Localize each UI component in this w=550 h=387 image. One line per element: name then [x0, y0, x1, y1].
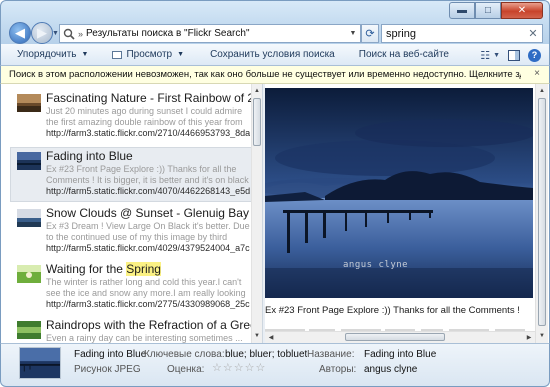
result-title: Fascinating Nature - First Rainbow of 20…: [46, 91, 262, 105]
search-highlight: Spring: [126, 262, 161, 276]
window-titlebar: ▬ □ ✕ ◀ ▶ ▼ » Результаты поиска в "Flick…: [0, 0, 550, 44]
recent-pages-dropdown-icon[interactable]: ▼: [52, 30, 59, 37]
details-thumbnail: [19, 347, 61, 379]
clear-search-icon[interactable]: ✕: [524, 25, 542, 42]
details-file-name: Fading into Blue: [74, 349, 147, 360]
result-title: Snow Clouds @ Sunset - Glenuig Bay: [46, 206, 249, 220]
keywords-label: Ключевые слова:: [144, 349, 225, 360]
breadcrumb-location[interactable]: Результаты поиска в "Flickr Search": [86, 28, 346, 39]
save-search-label: Сохранить условия поиска: [210, 49, 335, 60]
address-dropdown-icon[interactable]: ▼: [346, 25, 360, 42]
result-description: The winter is rather long and cold this …: [46, 277, 246, 298]
image-watermark: angus clyne: [343, 260, 409, 270]
command-bar-tools: ☷ ▼ ?: [480, 44, 541, 66]
scroll-thumb[interactable]: [345, 333, 445, 341]
search-web-label: Поиск на веб-сайте: [358, 49, 449, 60]
scroll-up-icon[interactable]: ▲: [252, 85, 262, 97]
command-bar: Упорядочить ▼ Просмотр ▼ Сохранить условия…: [0, 44, 550, 66]
search-input[interactable]: spring: [382, 28, 524, 40]
list-item[interactable]: Fascinating Nature - First Rainbow of 20…: [11, 90, 262, 145]
results-scrollbar[interactable]: ▲ ▼: [251, 84, 262, 343]
result-thumbnail: [17, 94, 41, 112]
star-icon[interactable]: ☆: [234, 363, 244, 374]
scroll-thumb[interactable]: [253, 98, 261, 146]
refresh-icon[interactable]: ⟳: [361, 24, 379, 43]
result-url: http://farm5.static.flickr.com/4029/4379…: [46, 243, 250, 253]
view-label: Просмотр: [126, 49, 173, 60]
star-icon[interactable]: ☆: [212, 363, 222, 374]
info-bar[interactable]: Поиск в этом расположении невозможен, та…: [0, 66, 550, 84]
rating-label: Оценка:: [167, 364, 205, 375]
list-item-selected[interactable]: Fading into Blue Ex #23 Front Page Explo…: [10, 147, 252, 202]
preview-hscrollbar[interactable]: ◀ ▶: [265, 331, 535, 343]
result-description: Ex #3 Dream ! View Large On Black it's b…: [46, 221, 250, 242]
result-thumbnail: [17, 209, 41, 227]
star-icon[interactable]: ☆: [245, 363, 255, 374]
result-title: Waiting for the Spring: [46, 262, 161, 276]
scroll-right-icon[interactable]: ▶: [523, 332, 535, 343]
result-description: Just 20 minutes ago during sunset I coul…: [46, 106, 243, 127]
title-label: Название:: [307, 349, 355, 360]
save-search-button[interactable]: Сохранить условия поиска: [202, 44, 343, 66]
chevron-down-icon: ▼: [81, 51, 89, 58]
result-description: Ex #23 Front Page Explore :)) Thanks for…: [46, 164, 249, 185]
address-bar[interactable]: » Результаты поиска в "Flickr Search" ▼: [59, 24, 361, 43]
details-pane: Fading into Blue Рисунок JPEG Ключевые с…: [0, 343, 550, 387]
views-icon[interactable]: ☷ ▼: [480, 49, 500, 62]
scroll-down-icon[interactable]: ▼: [536, 330, 548, 342]
keywords-value[interactable]: blue; bluer; tobluetobet...: [225, 349, 307, 360]
scroll-down-icon[interactable]: ▼: [252, 330, 262, 342]
result-title-text: Waiting for the: [46, 262, 127, 276]
result-url: http://farm3.static.flickr.com/2710/4466…: [46, 128, 250, 138]
result-url: http://farm5.static.flickr.com/4070/4462…: [46, 186, 250, 196]
back-arrow-icon[interactable]: ◀: [9, 22, 31, 44]
result-thumbnail: [17, 152, 41, 170]
scroll-left-icon[interactable]: ◀: [265, 332, 277, 343]
result-title: Raindrops with the Refraction of a Green…: [46, 318, 262, 332]
maximize-icon[interactable]: □: [475, 2, 501, 19]
help-icon[interactable]: ?: [528, 48, 541, 62]
search-web-button[interactable]: Поиск на веб-сайте: [351, 44, 457, 66]
forward-arrow-icon[interactable]: ▶: [31, 22, 53, 44]
result-thumbnail: [17, 321, 41, 339]
close-icon[interactable]: ✕: [501, 2, 543, 19]
organize-button[interactable]: Упорядочить ▼: [9, 44, 96, 66]
scroll-up-icon[interactable]: ▲: [536, 85, 548, 97]
results-list: Fascinating Nature - First Rainbow of 20…: [0, 84, 262, 343]
search-results-icon: [60, 25, 78, 42]
result-url: http://farm3.static.flickr.com/2775/4330…: [46, 299, 250, 309]
result-thumbnail: [17, 265, 41, 283]
chevron-down-icon: ▼: [177, 51, 185, 58]
close-infobar-icon[interactable]: ×: [534, 68, 540, 79]
details-file-type: Рисунок JPEG: [74, 364, 141, 375]
star-icon[interactable]: ☆: [223, 363, 233, 374]
scroll-thumb[interactable]: [538, 98, 546, 326]
result-title: Fading into Blue: [46, 149, 133, 163]
star-icon[interactable]: ☆: [256, 363, 266, 374]
organize-label: Упорядочить: [17, 49, 77, 60]
list-item[interactable]: Raindrops with the Refraction of a Green…: [11, 317, 262, 343]
title-value[interactable]: Fading into Blue: [364, 349, 436, 360]
rating-stars[interactable]: ☆ ☆ ☆ ☆ ☆: [212, 363, 265, 374]
result-description: Even a rainy day can be interesting some…: [46, 333, 243, 343]
preview-pane: angus clyne Ex #23 Front Page Explore :)…: [265, 84, 550, 343]
authors-label: Авторы:: [319, 364, 357, 375]
minimize-icon[interactable]: ▬: [449, 2, 475, 19]
authors-value[interactable]: angus clyne: [364, 364, 417, 375]
info-bar-text[interactable]: Поиск в этом расположении невозможен, та…: [1, 69, 521, 80]
preview-pane-icon[interactable]: [508, 49, 520, 61]
list-item[interactable]: Snow Clouds @ Sunset - Glenuig Bay Ex #3…: [11, 205, 251, 260]
preview-vscrollbar[interactable]: ▲ ▼: [535, 84, 548, 343]
breadcrumb-separator[interactable]: »: [78, 29, 83, 39]
search-box[interactable]: spring ✕: [381, 24, 543, 43]
list-item[interactable]: Waiting for the Spring The winter is rat…: [11, 261, 251, 316]
view-button[interactable]: Просмотр ▼: [104, 44, 192, 66]
preview-description: Ex #23 Front Page Explore :)) Thanks for…: [265, 305, 520, 316]
window-controls: ▬ □ ✕: [449, 2, 543, 19]
view-icon: [112, 50, 123, 59]
